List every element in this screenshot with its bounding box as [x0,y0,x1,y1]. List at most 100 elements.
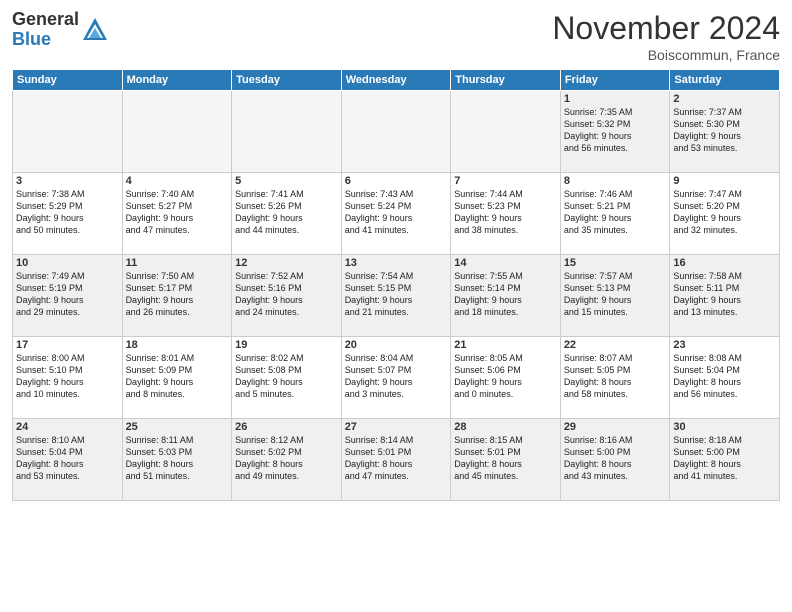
calendar-cell: 12Sunrise: 7:52 AMSunset: 5:16 PMDayligh… [232,255,342,337]
day-number: 25 [126,421,229,433]
calendar-cell: 25Sunrise: 8:11 AMSunset: 5:03 PMDayligh… [122,419,232,501]
day-info: Sunrise: 8:02 AMSunset: 5:08 PMDaylight:… [235,352,338,401]
calendar-cell: 11Sunrise: 7:50 AMSunset: 5:17 PMDayligh… [122,255,232,337]
day-number: 22 [564,339,667,351]
logo-area: General Blue [12,10,109,50]
day-info: Sunrise: 7:47 AMSunset: 5:20 PMDaylight:… [673,188,776,237]
calendar-cell: 30Sunrise: 8:18 AMSunset: 5:00 PMDayligh… [670,419,780,501]
header-row: SundayMondayTuesdayWednesdayThursdayFrid… [13,70,780,91]
calendar-cell: 5Sunrise: 7:41 AMSunset: 5:26 PMDaylight… [232,173,342,255]
day-number: 1 [564,93,667,105]
day-info: Sunrise: 8:01 AMSunset: 5:09 PMDaylight:… [126,352,229,401]
day-info: Sunrise: 7:50 AMSunset: 5:17 PMDaylight:… [126,270,229,319]
day-number: 11 [126,257,229,269]
day-number: 20 [345,339,448,351]
calendar-cell: 14Sunrise: 7:55 AMSunset: 5:14 PMDayligh… [451,255,561,337]
day-number: 16 [673,257,776,269]
day-info: Sunrise: 7:46 AMSunset: 5:21 PMDaylight:… [564,188,667,237]
day-info: Sunrise: 7:44 AMSunset: 5:23 PMDaylight:… [454,188,557,237]
day-info: Sunrise: 7:38 AMSunset: 5:29 PMDaylight:… [16,188,119,237]
calendar-cell: 17Sunrise: 8:00 AMSunset: 5:10 PMDayligh… [13,337,123,419]
calendar-week-2: 3Sunrise: 7:38 AMSunset: 5:29 PMDaylight… [13,173,780,255]
day-info: Sunrise: 8:16 AMSunset: 5:00 PMDaylight:… [564,434,667,483]
day-number: 3 [16,175,119,187]
day-number: 12 [235,257,338,269]
calendar-week-3: 10Sunrise: 7:49 AMSunset: 5:19 PMDayligh… [13,255,780,337]
day-info: Sunrise: 7:40 AMSunset: 5:27 PMDaylight:… [126,188,229,237]
calendar-cell [122,91,232,173]
day-info: Sunrise: 7:49 AMSunset: 5:19 PMDaylight:… [16,270,119,319]
header-cell-tuesday: Tuesday [232,70,342,91]
calendar-week-4: 17Sunrise: 8:00 AMSunset: 5:10 PMDayligh… [13,337,780,419]
day-info: Sunrise: 7:35 AMSunset: 5:32 PMDaylight:… [564,106,667,155]
day-info: Sunrise: 8:04 AMSunset: 5:07 PMDaylight:… [345,352,448,401]
day-number: 18 [126,339,229,351]
logo-text: General Blue [12,10,79,50]
day-info: Sunrise: 7:37 AMSunset: 5:30 PMDaylight:… [673,106,776,155]
day-number: 9 [673,175,776,187]
day-number: 6 [345,175,448,187]
header-cell-wednesday: Wednesday [341,70,451,91]
calendar-cell: 3Sunrise: 7:38 AMSunset: 5:29 PMDaylight… [13,173,123,255]
calendar-table: SundayMondayTuesdayWednesdayThursdayFrid… [12,69,780,501]
calendar-cell: 8Sunrise: 7:46 AMSunset: 5:21 PMDaylight… [560,173,670,255]
title-area: November 2024 Boiscommun, France [552,10,780,63]
day-number: 10 [16,257,119,269]
day-number: 30 [673,421,776,433]
location: Boiscommun, France [552,47,780,63]
calendar-cell [13,91,123,173]
calendar-cell [232,91,342,173]
calendar-cell: 2Sunrise: 7:37 AMSunset: 5:30 PMDaylight… [670,91,780,173]
calendar-cell: 24Sunrise: 8:10 AMSunset: 5:04 PMDayligh… [13,419,123,501]
calendar-cell: 23Sunrise: 8:08 AMSunset: 5:04 PMDayligh… [670,337,780,419]
calendar-cell: 16Sunrise: 7:58 AMSunset: 5:11 PMDayligh… [670,255,780,337]
calendar-cell: 18Sunrise: 8:01 AMSunset: 5:09 PMDayligh… [122,337,232,419]
calendar-cell: 29Sunrise: 8:16 AMSunset: 5:00 PMDayligh… [560,419,670,501]
day-number: 29 [564,421,667,433]
day-number: 7 [454,175,557,187]
calendar-body: 1Sunrise: 7:35 AMSunset: 5:32 PMDaylight… [13,91,780,501]
calendar-cell: 6Sunrise: 7:43 AMSunset: 5:24 PMDaylight… [341,173,451,255]
day-number: 27 [345,421,448,433]
month-title: November 2024 [552,10,780,47]
day-number: 15 [564,257,667,269]
day-number: 26 [235,421,338,433]
calendar-cell: 28Sunrise: 8:15 AMSunset: 5:01 PMDayligh… [451,419,561,501]
day-number: 14 [454,257,557,269]
day-info: Sunrise: 7:57 AMSunset: 5:13 PMDaylight:… [564,270,667,319]
day-number: 8 [564,175,667,187]
day-info: Sunrise: 8:14 AMSunset: 5:01 PMDaylight:… [345,434,448,483]
day-number: 13 [345,257,448,269]
day-number: 4 [126,175,229,187]
day-number: 19 [235,339,338,351]
calendar-cell: 27Sunrise: 8:14 AMSunset: 5:01 PMDayligh… [341,419,451,501]
day-info: Sunrise: 8:08 AMSunset: 5:04 PMDaylight:… [673,352,776,401]
calendar-week-1: 1Sunrise: 7:35 AMSunset: 5:32 PMDaylight… [13,91,780,173]
calendar-cell: 15Sunrise: 7:57 AMSunset: 5:13 PMDayligh… [560,255,670,337]
calendar-cell [341,91,451,173]
calendar-header: SundayMondayTuesdayWednesdayThursdayFrid… [13,70,780,91]
calendar-cell: 4Sunrise: 7:40 AMSunset: 5:27 PMDaylight… [122,173,232,255]
calendar-cell: 21Sunrise: 8:05 AMSunset: 5:06 PMDayligh… [451,337,561,419]
header-cell-saturday: Saturday [670,70,780,91]
calendar-cell [451,91,561,173]
day-info: Sunrise: 7:58 AMSunset: 5:11 PMDaylight:… [673,270,776,319]
day-info: Sunrise: 7:43 AMSunset: 5:24 PMDaylight:… [345,188,448,237]
day-number: 24 [16,421,119,433]
day-number: 5 [235,175,338,187]
day-info: Sunrise: 8:07 AMSunset: 5:05 PMDaylight:… [564,352,667,401]
header-cell-thursday: Thursday [451,70,561,91]
day-number: 28 [454,421,557,433]
calendar-week-5: 24Sunrise: 8:10 AMSunset: 5:04 PMDayligh… [13,419,780,501]
logo-general: General [12,10,79,30]
calendar-cell: 9Sunrise: 7:47 AMSunset: 5:20 PMDaylight… [670,173,780,255]
day-info: Sunrise: 7:41 AMSunset: 5:26 PMDaylight:… [235,188,338,237]
page-container: General Blue November 2024 Boiscommun, F… [0,0,792,509]
day-info: Sunrise: 8:10 AMSunset: 5:04 PMDaylight:… [16,434,119,483]
day-number: 17 [16,339,119,351]
day-info: Sunrise: 7:52 AMSunset: 5:16 PMDaylight:… [235,270,338,319]
day-info: Sunrise: 7:55 AMSunset: 5:14 PMDaylight:… [454,270,557,319]
header-cell-sunday: Sunday [13,70,123,91]
header-cell-friday: Friday [560,70,670,91]
day-number: 2 [673,93,776,105]
